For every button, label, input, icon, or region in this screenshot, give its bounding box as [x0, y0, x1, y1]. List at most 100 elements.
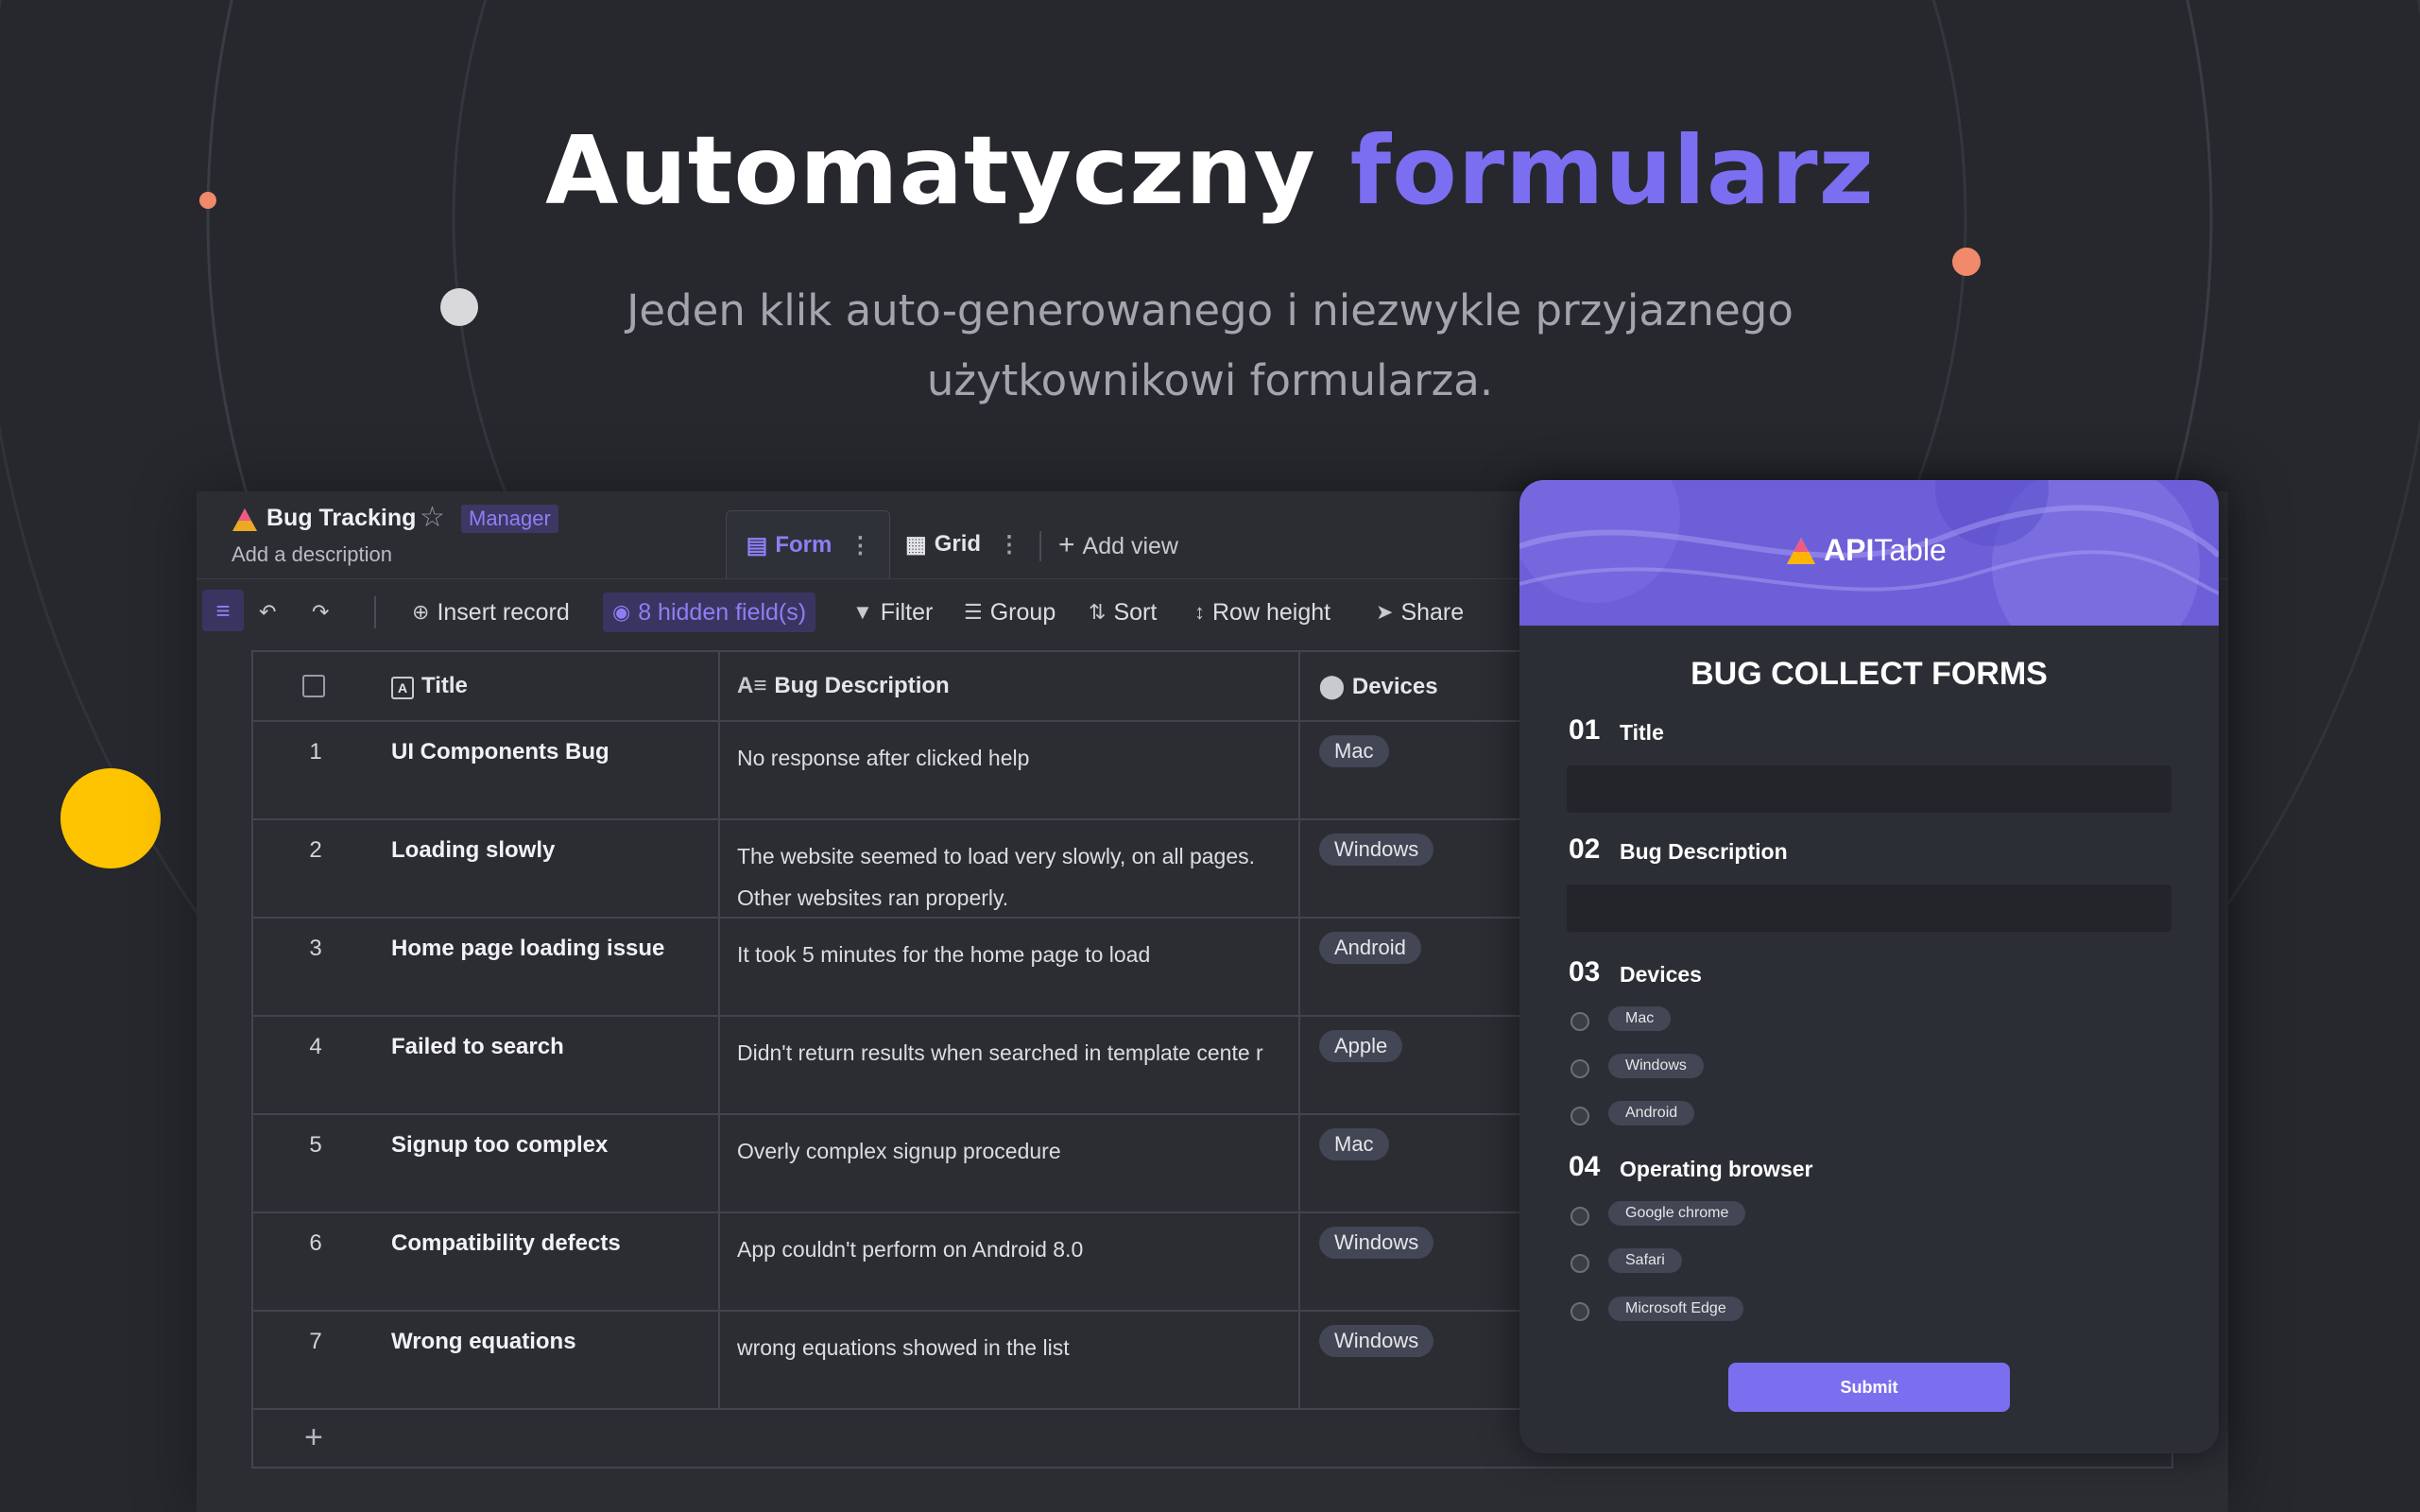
radio-microsoft-edge[interactable] — [1570, 1302, 1589, 1321]
question-number: 01 — [1569, 714, 1601, 746]
radio-windows[interactable] — [1570, 1059, 1589, 1078]
option-android[interactable]: Android — [1608, 1101, 1695, 1125]
option-safari[interactable]: Safari — [1608, 1248, 1682, 1273]
share-button[interactable]: ➤ Share — [1376, 593, 1464, 632]
device-tag[interactable]: Mac — [1319, 1128, 1389, 1160]
more-options-icon[interactable]: ⋮ — [849, 532, 871, 559]
column-header-devices[interactable]: ⬤ Devices — [1319, 673, 1438, 700]
sort-label: Sort — [1113, 598, 1158, 626]
brand-bold: API — [1824, 533, 1875, 567]
row-title-cell[interactable]: Failed to search — [391, 1034, 564, 1060]
sort-button[interactable]: ⇅ Sort — [1089, 593, 1157, 632]
radio-google-chrome[interactable] — [1570, 1207, 1589, 1226]
row-number: 7 — [309, 1329, 322, 1354]
decor-dot-yellow — [60, 768, 161, 868]
filter-label: Filter — [880, 598, 934, 626]
insert-record-button[interactable]: ⊕ Insert record — [412, 593, 570, 632]
hero-subtitle-line2: użytkownikowi formularza. — [926, 355, 1494, 405]
share-label: Share — [1400, 598, 1465, 626]
title-input[interactable] — [1567, 765, 2171, 813]
question-label-browser: Operating browser — [1620, 1157, 1813, 1181]
tab-form-view[interactable]: ▤ Form ⋮ — [726, 510, 890, 579]
device-tag[interactable]: Windows — [1319, 1227, 1434, 1259]
radio-android[interactable] — [1570, 1107, 1589, 1125]
tab-form-label: Form — [775, 532, 832, 558]
role-badge: Manager — [461, 505, 558, 533]
device-tag[interactable]: Mac — [1319, 735, 1389, 767]
device-tag[interactable]: Android — [1319, 932, 1421, 964]
column-header-bug-description[interactable]: A≡ Bug Description — [737, 673, 950, 699]
row-title-cell[interactable]: Compatibility defects — [391, 1230, 621, 1257]
tab-grid-view[interactable]: ▦ Grid ⋮ — [905, 510, 1028, 578]
device-tag[interactable]: Windows — [1319, 833, 1434, 866]
add-view-button[interactable]: + Add view — [1058, 529, 1178, 561]
row-title-cell[interactable]: Wrong equations — [391, 1329, 576, 1355]
row-title-cell[interactable]: UI Components Bug — [391, 739, 609, 765]
insert-record-label: Insert record — [437, 598, 570, 626]
hero-subtitle: Jeden klik auto-generowanego i niezwykle… — [0, 276, 2420, 416]
question-label-devices: Devices — [1620, 962, 1702, 987]
row-height-icon: ↕ — [1194, 600, 1205, 624]
row-number: 1 — [309, 739, 322, 765]
row-description-cell[interactable]: Overly complex signup procedure — [737, 1130, 1276, 1172]
undo-button[interactable]: ↶ — [259, 593, 283, 632]
device-tag[interactable]: Apple — [1319, 1030, 1403, 1062]
row-description-cell[interactable]: App couldn't perform on Android 8.0 — [737, 1228, 1276, 1270]
radio-mac[interactable] — [1570, 1012, 1589, 1031]
decor-dot-orange-right — [1952, 248, 1981, 276]
filter-icon: ▼ — [852, 600, 873, 624]
row-description-cell[interactable]: It took 5 minutes for the home page to l… — [737, 934, 1276, 975]
column-description-label: Bug Description — [774, 673, 950, 698]
question-number: 03 — [1569, 956, 1601, 988]
hero-title-accent: formularz — [1349, 115, 1875, 226]
apitable-logo-icon — [1787, 537, 1815, 564]
hidden-fields-label: 8 hidden field(s) — [638, 598, 807, 626]
row-title-cell[interactable]: Loading slowly — [391, 837, 555, 864]
redo-button[interactable]: ↷ — [312, 593, 336, 632]
row-number: 2 — [309, 837, 322, 863]
add-row-button[interactable]: + — [304, 1419, 323, 1456]
hero-title: Automatyczny formularz — [0, 115, 2420, 226]
row-title-cell[interactable]: Home page loading issue — [391, 936, 664, 962]
more-options-icon[interactable]: ⋮ — [998, 531, 1021, 558]
tab-grid-label: Grid — [934, 531, 982, 557]
row-description-cell[interactable]: The website seemed to load very slowly, … — [737, 835, 1276, 919]
question-number: 02 — [1569, 833, 1601, 865]
option-mac[interactable]: Mac — [1608, 1006, 1672, 1031]
apitable-brand: API Table — [1784, 533, 1947, 568]
row-description-cell[interactable]: No response after clicked help — [737, 737, 1276, 779]
redo-icon: ↷ — [312, 600, 330, 624]
submit-button[interactable]: Submit — [1728, 1363, 2010, 1412]
row-height-button[interactable]: ↕ Row height — [1194, 593, 1330, 632]
add-description-link[interactable]: Add a description — [232, 542, 392, 567]
datasheet-title[interactable]: Bug Tracking — [266, 505, 416, 532]
filter-button[interactable]: ▼ Filter — [852, 593, 933, 632]
row-description-cell[interactable]: wrong equations showed in the list — [737, 1327, 1276, 1368]
option-windows[interactable]: Windows — [1608, 1054, 1704, 1078]
form-icon: ▤ — [746, 532, 768, 558]
row-number: 6 — [309, 1230, 322, 1256]
row-number: 4 — [309, 1034, 322, 1059]
group-label: Group — [989, 598, 1056, 626]
row-number: 5 — [309, 1132, 322, 1158]
option-google-chrome[interactable]: Google chrome — [1608, 1201, 1746, 1226]
column-header-title[interactable]: A Title — [391, 673, 468, 699]
sort-icon: ⇅ — [1089, 600, 1107, 624]
group-button[interactable]: ☰ Group — [964, 593, 1056, 632]
plus-circle-icon: ⊕ — [412, 600, 430, 624]
radio-safari[interactable] — [1570, 1254, 1589, 1273]
row-number: 3 — [309, 936, 322, 961]
text-field-icon: A — [391, 677, 414, 699]
select-all-checkbox[interactable] — [302, 675, 325, 697]
hero-title-main: Automatyczny — [545, 115, 1316, 226]
column-devices-label: Devices — [1351, 674, 1438, 699]
row-title-cell[interactable]: Signup too complex — [391, 1132, 608, 1159]
row-description-cell[interactable]: Didn't return results when searched in t… — [737, 1032, 1276, 1074]
bug-description-input[interactable] — [1567, 885, 2171, 932]
single-select-icon: ⬤ — [1319, 674, 1345, 699]
option-microsoft-edge[interactable]: Microsoft Edge — [1608, 1297, 1743, 1321]
hidden-fields-button[interactable]: ◉ 8 hidden field(s) — [603, 593, 816, 632]
star-icon[interactable]: ☆ — [420, 503, 445, 533]
form-heading: BUG COLLECT FORMS — [1691, 656, 2048, 692]
device-tag[interactable]: Windows — [1319, 1325, 1434, 1357]
